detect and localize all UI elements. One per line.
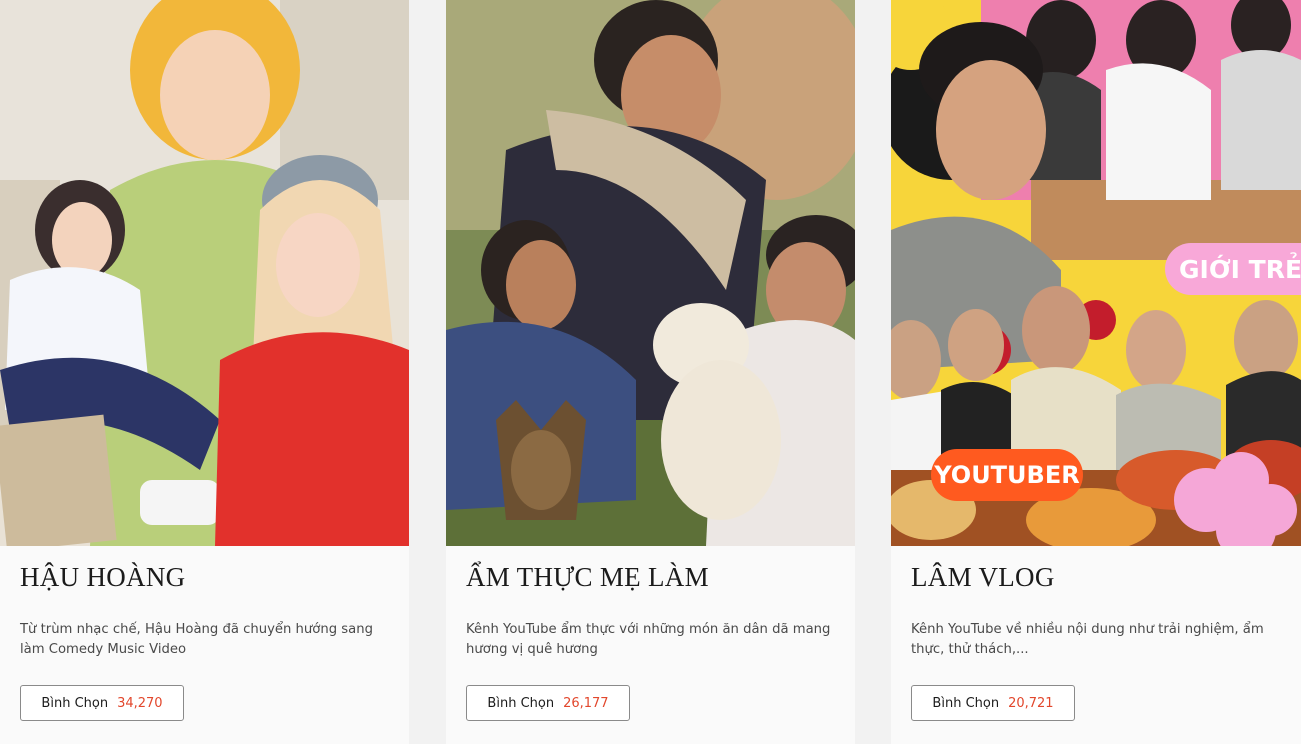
channel-description: Từ trùm nhạc chế, Hậu Hoàng đã chuyển hư… (20, 622, 373, 657)
channel-description: Kênh YouTube ẩm thực với những món ăn dâ… (466, 622, 831, 657)
channel-card-hau-hoang: HẬU HOÀNG Từ trùm nhạc chế, Hậu Hoàng đã… (0, 0, 409, 744)
vote-button[interactable]: Bình Chọn 34,270 (20, 685, 184, 721)
vote-count: 20,721 (1008, 695, 1054, 711)
channel-description: Kênh YouTube về nhiều nội dung như trải … (911, 622, 1264, 657)
vote-button[interactable]: Bình Chọn 26,177 (466, 685, 630, 721)
gioi-tre-badge: GIỚI TRẺ (1165, 243, 1301, 295)
channel-title: ẨM THỰC MẸ LÀM (466, 562, 709, 592)
channel-title: HẬU HOÀNG (20, 562, 186, 592)
channel-photo[interactable] (0, 0, 409, 546)
vote-button-label: Bình Chọn (932, 695, 1000, 711)
youtuber-badge: YOUTUBER (931, 449, 1083, 501)
vote-button-label: Bình Chọn (41, 695, 109, 711)
vote-count: 34,270 (117, 695, 163, 711)
vote-count: 26,177 (563, 695, 609, 711)
vote-button-label: Bình Chọn (487, 695, 555, 711)
channel-card-lam-vlog: YOUTUBER GIỚI TRẺ LÂM VLOG Kênh YouTube … (891, 0, 1301, 744)
channel-photo[interactable] (446, 0, 855, 546)
vote-button[interactable]: Bình Chọn 20,721 (911, 685, 1075, 721)
channel-title: LÂM VLOG (911, 562, 1055, 592)
channel-card-am-thuc-me-lam: ẨM THỰC MẸ LÀM Kênh YouTube ẩm thực với … (446, 0, 855, 744)
channel-photo[interactable]: YOUTUBER GIỚI TRẺ (891, 0, 1301, 546)
